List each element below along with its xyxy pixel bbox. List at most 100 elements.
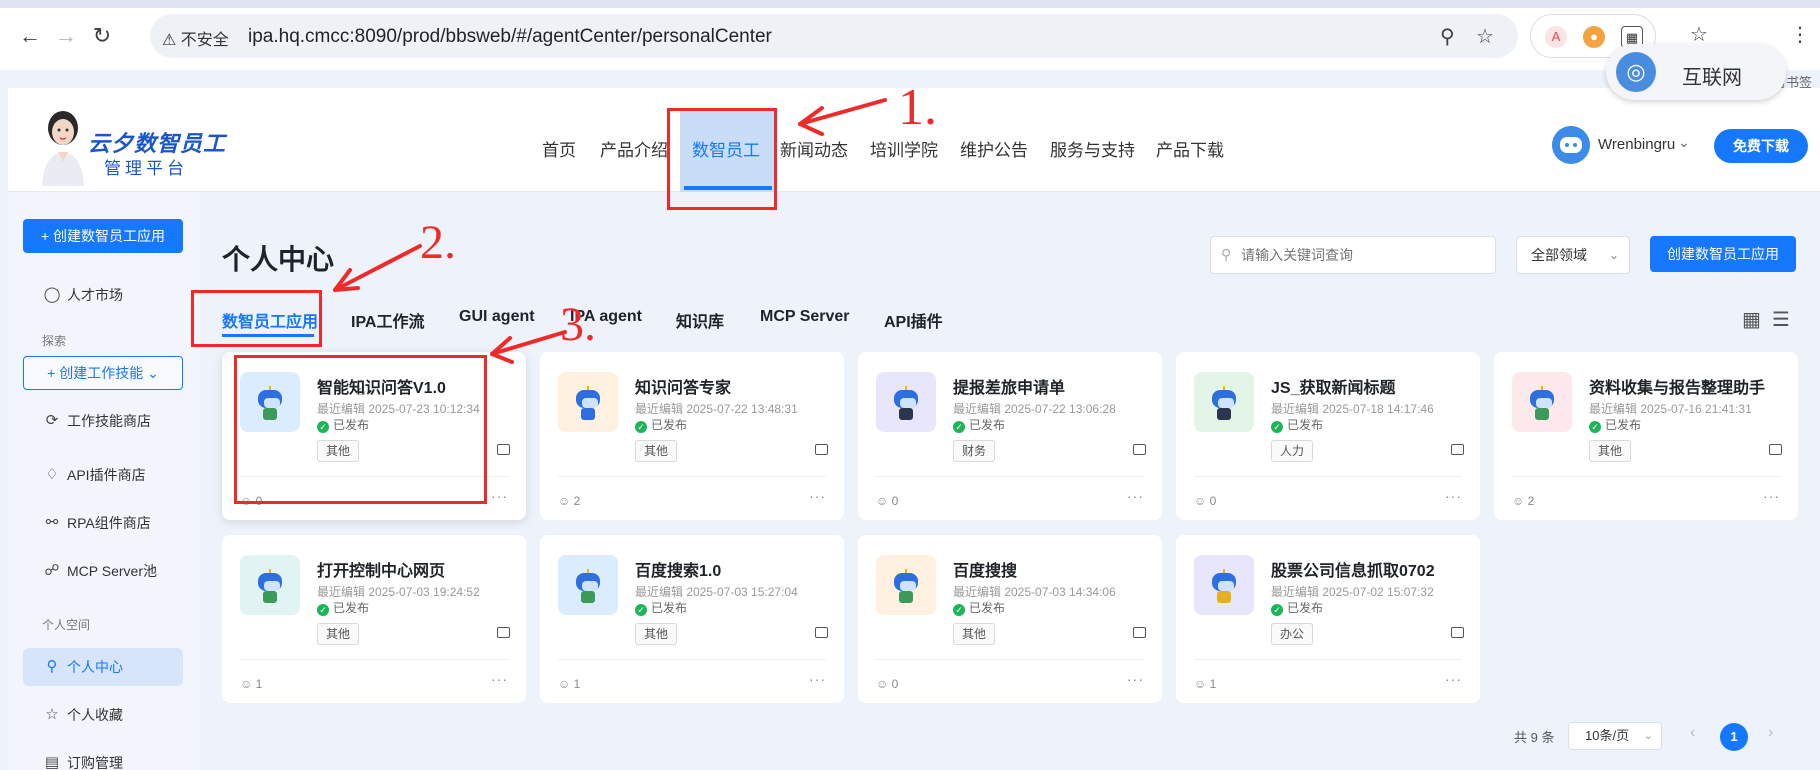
app-name[interactable]: 百度搜搜 (953, 557, 1017, 581)
pager-total: 共 9 条 (1514, 730, 1555, 745)
tab-ipa-agent[interactable]: IPA agent (570, 308, 642, 326)
nav-training[interactable]: 培训学院 (870, 136, 938, 161)
calendar-icon: ▤ (44, 754, 60, 770)
search-box[interactable]: ⚲ (1210, 236, 1496, 274)
sidebar-item-rpa-store[interactable]: ⚯ RPA组件商店 (23, 504, 183, 542)
user-icon: ⚲ (46, 658, 58, 675)
create-app-button[interactable]: 创建数智员工应用 (1650, 236, 1796, 272)
chat-icon[interactable] (1769, 444, 1782, 455)
chat-icon[interactable] (1451, 627, 1464, 638)
create-skill-button[interactable]: + 创建工作技能 ⌄ (23, 356, 183, 390)
app-card[interactable]: 股票公司信息抓取0702 最近编辑 2025-07-02 15:07:32 ✓ 已发布… (1176, 535, 1480, 703)
category-tag: 财务 (953, 440, 996, 462)
more-actions-icon[interactable]: ··· (809, 488, 826, 504)
nav-home[interactable]: 首页 (542, 136, 576, 161)
user-count-value: 1 (573, 677, 581, 691)
more-actions-icon[interactable]: ··· (1127, 671, 1144, 687)
tab-api-plugins[interactable]: API插件 (884, 308, 943, 332)
app-name[interactable]: 百度搜索1.0 (635, 557, 721, 581)
chat-icon[interactable] (1133, 627, 1146, 638)
sidebar-item-favorites[interactable]: ☆ 个人收藏 (23, 696, 183, 734)
app-name[interactable]: 知识问答专家 (635, 374, 731, 398)
reload-icon[interactable]: ↻ (88, 22, 116, 50)
nav-product-intro[interactable]: 产品介绍 (600, 136, 668, 161)
zoom-search-icon[interactable]: ⚲ (1440, 24, 1455, 49)
nav-maintenance[interactable]: 维护公告 (960, 136, 1028, 161)
chevron-down-icon[interactable]: ⌄ (1678, 134, 1690, 151)
assistant-avatar-logo (42, 111, 84, 186)
grid-view-icon[interactable]: ▦ (1742, 307, 1761, 332)
tab-ipa-workflow[interactable]: IPA工作流 (351, 308, 425, 332)
robot-icon (892, 386, 920, 420)
prev-page-icon[interactable]: ‹ (1690, 724, 1695, 742)
sidebar-item-orders[interactable]: ▤ 订购管理 (23, 744, 183, 770)
sidebar-item-talent-market[interactable]: ◯ 人才市场 (23, 276, 183, 314)
app-name[interactable]: 股票公司信息抓取0702 (1271, 557, 1435, 581)
more-actions-icon[interactable]: ··· (809, 671, 826, 687)
create-digital-employee-button[interactable]: + 创建数智员工应用 (23, 219, 183, 253)
nav-news[interactable]: 新闻动态 (780, 136, 848, 161)
robot-face (1218, 398, 1234, 408)
page-size-select[interactable]: 10条/页 ⌄ (1568, 722, 1662, 750)
chat-icon[interactable] (497, 627, 510, 638)
more-actions-icon[interactable]: ··· (491, 671, 508, 687)
sidebar-item-api-store[interactable]: ♢ API插件商店 (23, 456, 183, 494)
sidebar-item-skill-store[interactable]: ⟳ 工作技能商店 (23, 402, 183, 440)
app-card[interactable]: 知识问答专家 最近编辑 2025-07-22 13:48:31 ✓ 已发布 其他 ☺ 2 ·… (540, 352, 844, 520)
sidebar-item-personal-center[interactable]: ⚲ 个人中心 (23, 648, 183, 686)
address-bar[interactable]: ⚠ 不安全 ipa.hq.cmcc:8090/prod/bbsweb/#/age… (150, 14, 1518, 58)
security-indicator[interactable]: ⚠ 不安全 (162, 26, 229, 50)
bookmark-star-icon[interactable]: ☆ (1476, 24, 1494, 49)
user-count-value: 2 (573, 494, 581, 508)
username[interactable]: Wrenbingru (1598, 136, 1675, 153)
chat-icon[interactable] (1133, 444, 1146, 455)
app-card[interactable]: 百度搜搜 最近编辑 2025-07-03 14:34:06 ✓ 已发布 其他 ☺ 0 ··· (858, 535, 1162, 703)
extension-b-icon[interactable]: ● (1583, 26, 1605, 48)
robot-head (1212, 390, 1236, 408)
category-tag: 其他 (635, 623, 678, 645)
chat-icon[interactable] (497, 444, 510, 455)
robot-head (576, 390, 600, 408)
chat-icon[interactable] (815, 627, 828, 638)
card-divider (876, 659, 1144, 660)
internet-badge[interactable]: ◎ 互联网 (1606, 44, 1786, 100)
nav-product-download[interactable]: 产品下载 (1156, 136, 1224, 161)
back-icon[interactable]: ← (16, 22, 44, 50)
sidebar-item-mcp-pool[interactable]: ☍ MCP Server池 (23, 552, 183, 590)
left-sidebar: + 创建数智员工应用 ◯ 人才市场 探索 + 创建工作技能 ⌄ ⟳ 工作技能商店… (8, 192, 200, 770)
app-card[interactable]: 百度搜索1.0 最近编辑 2025-07-03 15:27:04 ✓ 已发布 其他 ☺ 1… (540, 535, 844, 703)
more-actions-icon[interactable]: ··· (491, 488, 508, 504)
chat-icon[interactable] (815, 444, 828, 455)
more-actions-icon[interactable]: ··· (1445, 488, 1462, 504)
app-name[interactable]: JS_获取新闻标题 (1271, 374, 1395, 398)
url-text[interactable]: ipa.hq.cmcc:8090/prod/bbsweb/#/agentCent… (248, 26, 772, 48)
forward-icon[interactable]: → (52, 22, 80, 50)
nav-service-support[interactable]: 服务与支持 (1050, 136, 1135, 161)
tab-knowledge-base[interactable]: 知识库 (676, 308, 724, 332)
app-name[interactable]: 打开控制中心网页 (317, 557, 445, 581)
list-view-icon[interactable]: ☰ (1772, 307, 1790, 332)
more-actions-icon[interactable]: ··· (1127, 488, 1144, 504)
app-name[interactable]: 提报差旅申请单 (953, 374, 1065, 398)
extension-a-icon[interactable]: A (1545, 26, 1567, 48)
menu-dots-icon[interactable]: ⋮ (1790, 22, 1810, 47)
next-page-icon[interactable]: › (1768, 724, 1773, 742)
robot-head (258, 573, 282, 591)
app-card[interactable]: 提报差旅申请单 最近编辑 2025-07-22 13:06:28 ✓ 已发布 财务 ☺ 0… (858, 352, 1162, 520)
search-input[interactable] (1241, 245, 1481, 265)
app-name[interactable]: 资料收集与报告整理助手 (1589, 374, 1765, 398)
app-card[interactable]: JS_获取新闻标题 最近编辑 2025-07-18 14:17:46 ✓ 已发布 人力 ☺… (1176, 352, 1480, 520)
app-card[interactable]: 资料收集与报告整理助手 最近编辑 2025-07-16 21:41:31 ✓ 已发布其… (1494, 352, 1798, 520)
domain-select[interactable]: 全部领域 ⌄ (1516, 236, 1630, 274)
users-icon: ☺ (558, 494, 574, 508)
free-download-button[interactable]: 免费下载 (1714, 129, 1808, 163)
more-actions-icon[interactable]: ··· (1763, 488, 1780, 504)
tab-gui-agent[interactable]: GUI agent (459, 308, 535, 326)
page-number-current[interactable]: 1 (1720, 723, 1748, 751)
chat-icon[interactable] (1451, 444, 1464, 455)
app-card[interactable]: 打开控制中心网页 最近编辑 2025-07-03 19:24:52 ✓ 已发布 其他 ☺ … (222, 535, 526, 703)
more-actions-icon[interactable]: ··· (1445, 671, 1462, 687)
user-avatar[interactable] (1552, 126, 1590, 164)
page-title: 个人中心 (222, 244, 335, 275)
tab-mcp-server[interactable]: MCP Server (760, 308, 850, 326)
